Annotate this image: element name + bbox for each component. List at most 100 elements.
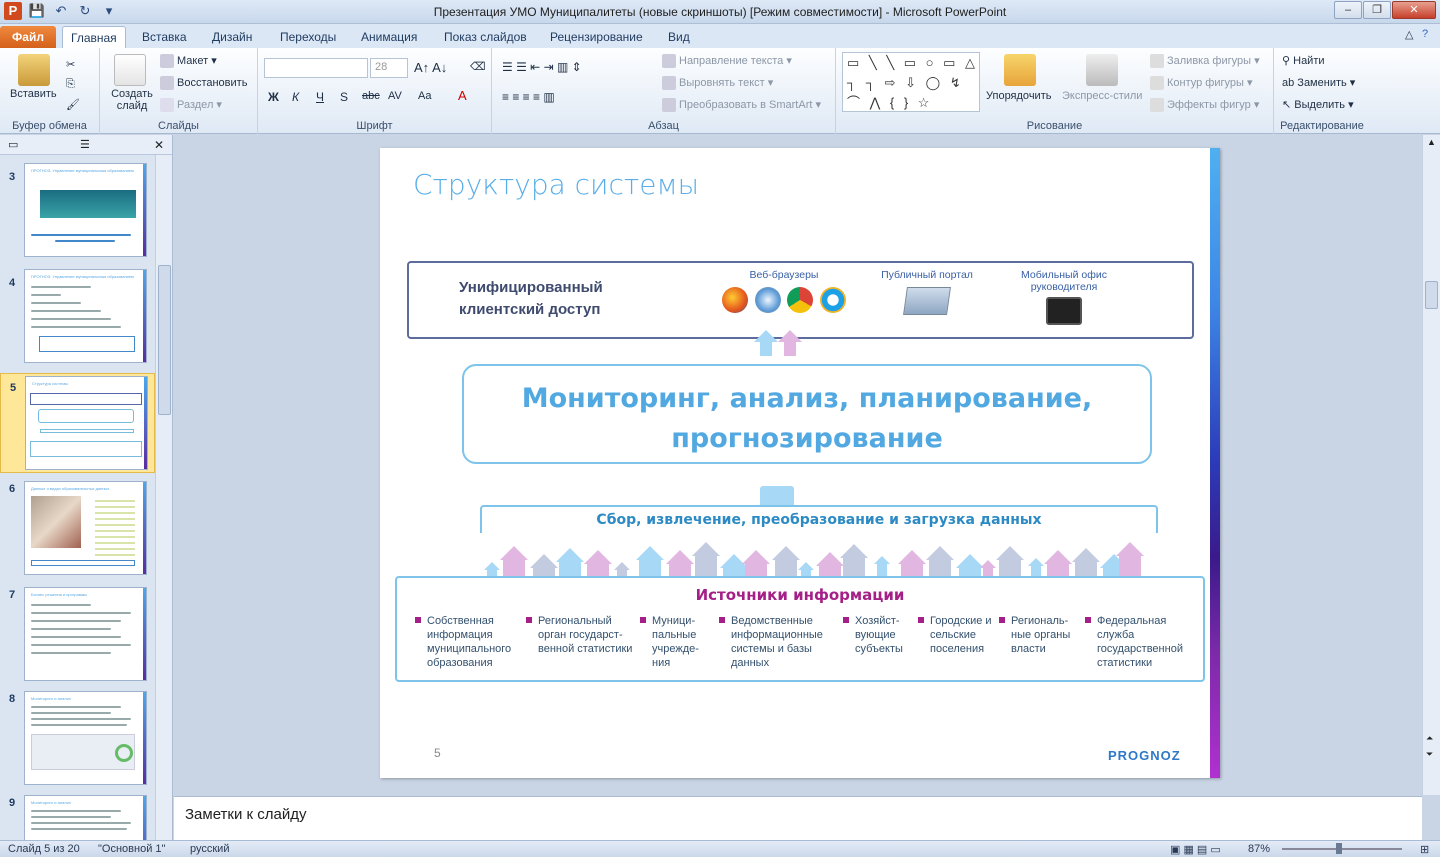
thumbnail-slide-5[interactable]: 5 Структура системы [0, 373, 155, 473]
thumbnail-slide-8[interactable]: 8 Мониторинг и анализ [0, 691, 155, 791]
text-direction-button[interactable]: Направление текста ▾ [662, 54, 792, 69]
smartart-button[interactable]: Преобразовать в SmartArt ▾ [662, 98, 821, 113]
shape-outline-button[interactable]: Контур фигуры ▾ [1150, 76, 1253, 91]
tab-slideshow[interactable]: Показ слайдов [436, 26, 535, 48]
outline-tab-icon[interactable]: ☰ [80, 138, 90, 151]
section-button[interactable]: Раздел ▾ [160, 98, 222, 113]
copy-icon[interactable]: ⎘ [66, 78, 75, 91]
scrollbar-thumb[interactable] [158, 265, 171, 415]
language[interactable]: русский [190, 843, 229, 855]
thumbnail-slide-4[interactable]: 4 ПРОГНОЗ: Управление муниципальным обра… [0, 269, 155, 369]
thumbnail-image: Бизнес решения и программы [24, 587, 147, 681]
quick-styles-icon[interactable] [1086, 54, 1118, 86]
slides-tab-icon[interactable]: ▭ [8, 138, 18, 151]
tab-view[interactable]: Вид [660, 26, 698, 48]
house-icon [816, 552, 844, 576]
smartart-icon [662, 98, 676, 113]
tab-design[interactable]: Дизайн [204, 26, 260, 48]
arrange-button[interactable]: Упорядочить [986, 90, 1051, 102]
shape-effects-button[interactable]: Эффекты фигур ▾ [1150, 98, 1259, 113]
slide-counter: Слайд 5 из 20 [8, 843, 80, 855]
next-slide-icon[interactable]: ⏷ [1426, 749, 1433, 760]
new-slide-button[interactable]: Создать слайд [110, 88, 154, 112]
align-icon[interactable]: ≡ ≡ ≡ ≡ ▥ [502, 90, 555, 104]
shapes-gallery[interactable]: ▭ ╲ ╲ ▭ ○ ▭ △ ┐ ┐ ⇨ ⇩ ◯ ↯ ⌒ ⋀ { } ☆ [842, 52, 980, 112]
client-access-box[interactable]: Унифицированный клиентский доступ Веб-бр… [407, 261, 1194, 339]
thumbnail-title: ПРОГНОЗ: Управление муниципальным образо… [31, 168, 134, 173]
help-icon[interactable]: ? [1422, 28, 1428, 40]
house-icon [980, 560, 996, 576]
bullets-icon[interactable]: ☰ ☰ ⇤ ⇥ ▥ ⇕ [502, 60, 582, 74]
slide-title[interactable]: Структура системы [413, 168, 699, 201]
house-icon [720, 554, 748, 576]
scroll-up-icon[interactable]: ▲ [1427, 137, 1436, 147]
paste-button[interactable]: Вставить [10, 88, 57, 100]
tab-animation[interactable]: Анимация [353, 26, 425, 48]
minimize-button[interactable]: – [1334, 1, 1362, 19]
normal-view-icon[interactable]: ▣ ▦ ▤ ▭ [1170, 843, 1221, 856]
tab-home[interactable]: Главная [62, 26, 126, 48]
shape-fill-button[interactable]: Заливка фигуры ▾ [1150, 54, 1260, 69]
prev-slide-icon[interactable]: ⏶ [1426, 733, 1433, 744]
find-button[interactable]: ⚲ Найти [1282, 54, 1325, 67]
monitoring-box[interactable]: Мониторинг, анализ, планирование, прогно… [462, 364, 1152, 464]
thumbnail-slide-3[interactable]: 3 ПРОГНОЗ: Управление муниципальным обра… [0, 163, 155, 263]
quick-styles-button[interactable]: Экспресс-стили [1062, 90, 1142, 102]
spacing-button[interactable]: AV [388, 90, 402, 102]
etl-box[interactable]: Сбор, извлечение, преобразование и загру… [480, 505, 1158, 533]
slide-side-bar [1210, 148, 1220, 778]
ie-icon [820, 287, 847, 313]
notes-pane[interactable]: Заметки к слайду [174, 796, 1422, 840]
bold-button[interactable]: Ж [268, 90, 279, 104]
minimize-ribbon-icon[interactable]: △ [1405, 28, 1413, 41]
house-icon [636, 546, 664, 576]
grow-font-icon[interactable]: A↑ A↓ [414, 60, 447, 75]
zoom-slider[interactable] [1282, 848, 1402, 850]
tab-review[interactable]: Рецензирование [542, 26, 651, 48]
fit-window-icon[interactable]: ⊞ [1420, 843, 1429, 856]
underline-button[interactable]: Ч [316, 90, 324, 104]
thumbnail-slide-9[interactable]: 9 Мониторинг и анализ [0, 795, 155, 840]
font-size-input[interactable]: 28 [370, 58, 408, 78]
zoom-level[interactable]: 87% [1248, 843, 1270, 855]
format-painter-icon[interactable]: 🖌 [66, 98, 80, 111]
tab-insert[interactable]: Вставка [134, 26, 195, 48]
slide-scrollbar[interactable]: ▲ ⏶ ⏷ [1422, 135, 1440, 795]
italic-button[interactable]: К [292, 90, 299, 104]
window-title: Презентация УМО Муниципалитеты (новые ск… [433, 5, 1007, 19]
client-access-label: Унифицированный клиентский доступ [459, 279, 603, 318]
mobile-office-group: Мобильный офис руководителя [1009, 269, 1119, 325]
cut-icon[interactable]: ✂ [66, 58, 75, 71]
thumbnail-slide-6[interactable]: 6 Данные о видах образовательных данных [0, 481, 155, 581]
thumbnail-scrollbar[interactable] [155, 155, 172, 840]
select-button[interactable]: ↖ Выделить ▾ [1282, 98, 1354, 111]
align-text-button[interactable]: Выровнять текст ▾ [662, 76, 773, 91]
strike-button[interactable]: abc [362, 90, 380, 102]
reset-button[interactable]: Восстановить [160, 76, 247, 90]
close-button[interactable]: ✕ [1392, 1, 1436, 19]
font-name-input[interactable] [264, 58, 368, 78]
close-panel-icon[interactable]: ✕ [154, 138, 164, 152]
arrange-icon[interactable] [1004, 54, 1036, 86]
maximize-button[interactable]: ❐ [1363, 1, 1391, 19]
house-icon [692, 542, 720, 576]
sources-box[interactable]: Источники информации Собственная информа… [395, 576, 1205, 682]
slide[interactable]: Структура системы Унифицированный клиент… [380, 148, 1220, 778]
zoom-slider-thumb[interactable] [1336, 843, 1342, 854]
font-color-button[interactable]: A [458, 88, 467, 103]
portal-label: Публичный портал [881, 269, 973, 281]
replace-button[interactable]: ab Заменить ▾ [1282, 76, 1355, 89]
layout-button[interactable]: Макет ▾ [160, 54, 217, 69]
house-icon [1116, 542, 1144, 576]
tab-transitions[interactable]: Переходы [272, 26, 344, 48]
source-item: Муници-пальные учрежде-ния [640, 614, 708, 670]
notes-placeholder[interactable]: Заметки к слайду [185, 806, 307, 823]
scrollbar-thumb[interactable] [1425, 281, 1438, 309]
clear-format-icon[interactable]: ⌫ [470, 60, 486, 73]
shadow-button[interactable]: S [340, 90, 348, 104]
case-button[interactable]: Aa [418, 90, 431, 102]
new-slide-icon[interactable] [114, 54, 146, 86]
paste-icon[interactable] [18, 54, 50, 86]
thumbnail-slide-7[interactable]: 7 Бизнес решения и программы [0, 587, 155, 687]
tab-file[interactable]: Файл [0, 26, 56, 48]
